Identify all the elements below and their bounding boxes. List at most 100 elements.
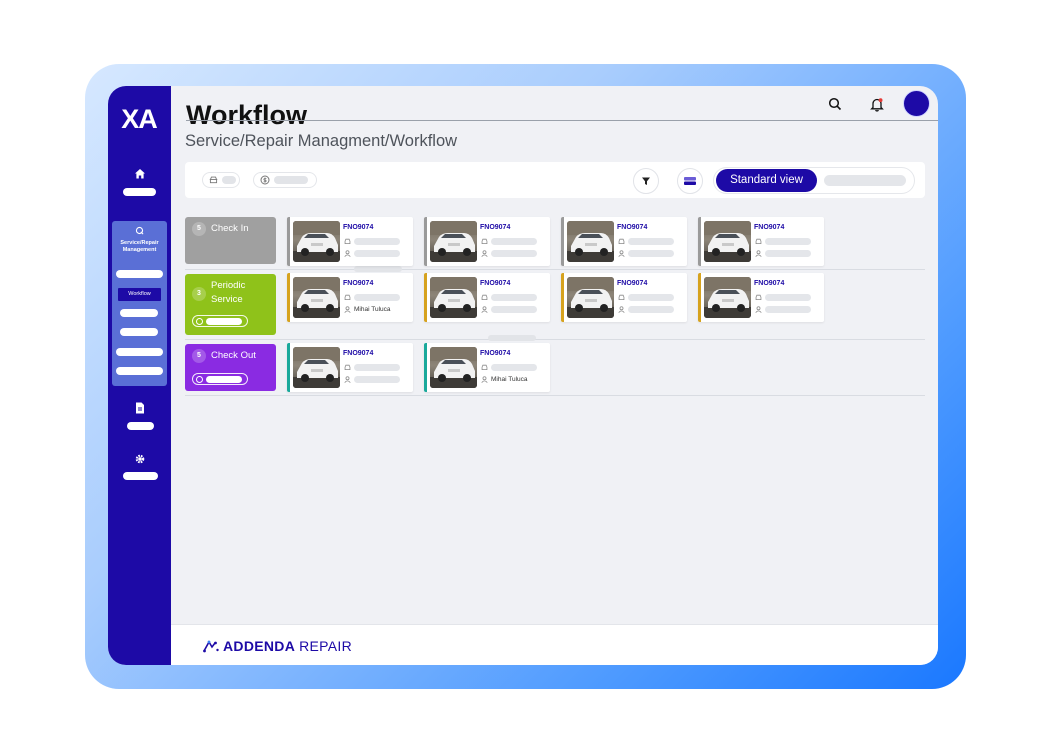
assignee-name: Mihai Tuluca [491, 375, 528, 383]
car-icon [343, 237, 351, 245]
sidebar-group-service[interactable]: Service/Repair Management Workflow [112, 221, 167, 386]
vehicle-id: FNO9074 [754, 224, 785, 231]
brand-logo: XA [121, 104, 158, 134]
car-photo [567, 277, 614, 318]
app-screen: XA Service/Repair Management Workflow Wo… [108, 86, 938, 665]
addenda-logo-icon [203, 640, 219, 653]
stage-cost-pill [192, 315, 248, 327]
car-icon [209, 176, 218, 184]
home-icon[interactable] [108, 168, 171, 180]
gear-icon[interactable] [108, 453, 171, 465]
vehicle-id: FNO9074 [754, 280, 785, 287]
stage-name: Check In [211, 223, 249, 234]
row-tab [354, 266, 402, 272]
sidebar-item-documents[interactable] [127, 422, 154, 430]
vehicle-card[interactable]: FNO9074 [698, 217, 824, 266]
search-icon[interactable] [825, 94, 845, 114]
coin-icon [260, 175, 270, 185]
vehicle-id: FNO9074 [480, 350, 511, 357]
vehicle-id: FNO9074 [343, 280, 374, 287]
page-title: Workflow [186, 100, 307, 130]
user-icon [617, 305, 625, 313]
car-icon [617, 293, 625, 301]
stage-check-out[interactable]: 5 Check Out [185, 344, 276, 391]
stage-periodic-service[interactable]: 3 Periodic Service [185, 274, 276, 335]
stage-name: Periodic Service [211, 280, 246, 305]
stage-count: 5 [192, 222, 206, 236]
row-divider [185, 339, 925, 340]
vehicle-id: FNO9074 [480, 280, 511, 287]
stage-count: 3 [192, 287, 206, 301]
car-photo [567, 221, 614, 262]
assignee-name: Mihai Tuluca [354, 305, 391, 313]
user-icon [754, 249, 762, 257]
vehicle-card[interactable]: FNO9074 [287, 343, 413, 392]
sidebar-subitem[interactable] [116, 348, 163, 356]
car-photo [430, 221, 477, 262]
user-icon [480, 305, 488, 313]
row-divider [185, 395, 925, 396]
standard-view-tab[interactable]: Standard view [716, 169, 817, 192]
car-icon [343, 293, 351, 301]
list-icon [684, 177, 696, 185]
vehicle-card[interactable]: FNO9074 [561, 273, 687, 322]
document-icon[interactable] [108, 402, 171, 414]
stage-count: 5 [192, 349, 206, 363]
footer: ADDENDA REPAIR [171, 624, 938, 665]
title-divider [186, 120, 938, 121]
vehicle-id: FNO9074 [480, 224, 511, 231]
vehicle-id: FNO9074 [617, 280, 648, 287]
car-photo [293, 277, 340, 318]
vehicle-card[interactable]: FNO9074 [424, 217, 550, 266]
layout-toggle-button[interactable] [677, 168, 703, 194]
sidebar-group-label: Service/Repair Management [120, 240, 159, 253]
vehicle-card[interactable]: FNO9074 [698, 273, 824, 322]
user-icon [617, 249, 625, 257]
footer-brand-bold: ADDENDA [223, 638, 296, 654]
vehicle-id: FNO9074 [617, 224, 648, 231]
car-photo [430, 277, 477, 318]
vehicle-id: FNO9074 [343, 224, 374, 231]
filter-icon [642, 177, 650, 185]
stage-name: Check Out [211, 350, 256, 361]
car-icon [480, 237, 488, 245]
stage-cost-pill [192, 373, 248, 385]
vehicle-card[interactable]: FNO9074 Mihai Tuluca [424, 343, 550, 392]
cost-filter-chip[interactable] [253, 172, 317, 188]
car-icon [754, 237, 762, 245]
sidebar-item-settings[interactable] [123, 472, 158, 480]
filter-button[interactable] [633, 168, 659, 194]
footer-brand-light: REPAIR [299, 638, 352, 654]
vehicle-card[interactable]: FNO9074 [287, 217, 413, 266]
vehicle-filter-chip[interactable] [202, 172, 240, 188]
user-icon [343, 305, 351, 313]
user-icon [754, 305, 762, 313]
sidebar-subitem[interactable] [120, 328, 158, 336]
vehicle-card[interactable]: FNO9074 Mihai Tuluca [287, 273, 413, 322]
sidebar-item-workflow[interactable]: Workflow [118, 288, 161, 301]
sidebar-subitem[interactable] [116, 270, 163, 278]
alternate-view-tab[interactable] [824, 175, 906, 186]
car-icon [343, 363, 351, 371]
toolbar: Standard view [185, 162, 925, 198]
user-avatar[interactable] [903, 90, 930, 117]
car-photo [704, 221, 751, 262]
car-icon [480, 363, 488, 371]
vehicle-card[interactable]: FNO9074 [424, 273, 550, 322]
row-tab [488, 335, 536, 341]
footer-brand: ADDENDA REPAIR [203, 638, 352, 654]
car-photo [293, 347, 340, 388]
user-icon [343, 249, 351, 257]
stage-check-in[interactable]: 5 Check In [185, 217, 276, 264]
breadcrumb: Service/Repair Managment/Workflow [185, 132, 458, 150]
car-photo [293, 221, 340, 262]
sidebar-subitem[interactable] [116, 367, 163, 375]
car-photo [430, 347, 477, 388]
sidebar-subitem[interactable] [120, 309, 158, 317]
car-icon [617, 237, 625, 245]
vehicle-card[interactable]: FNO9074 [561, 217, 687, 266]
vehicle-id: FNO9074 [343, 350, 374, 357]
bell-icon[interactable] [867, 94, 887, 114]
sidebar-item-home[interactable] [123, 188, 156, 196]
sidebar: XA Service/Repair Management Workflow [108, 86, 171, 665]
